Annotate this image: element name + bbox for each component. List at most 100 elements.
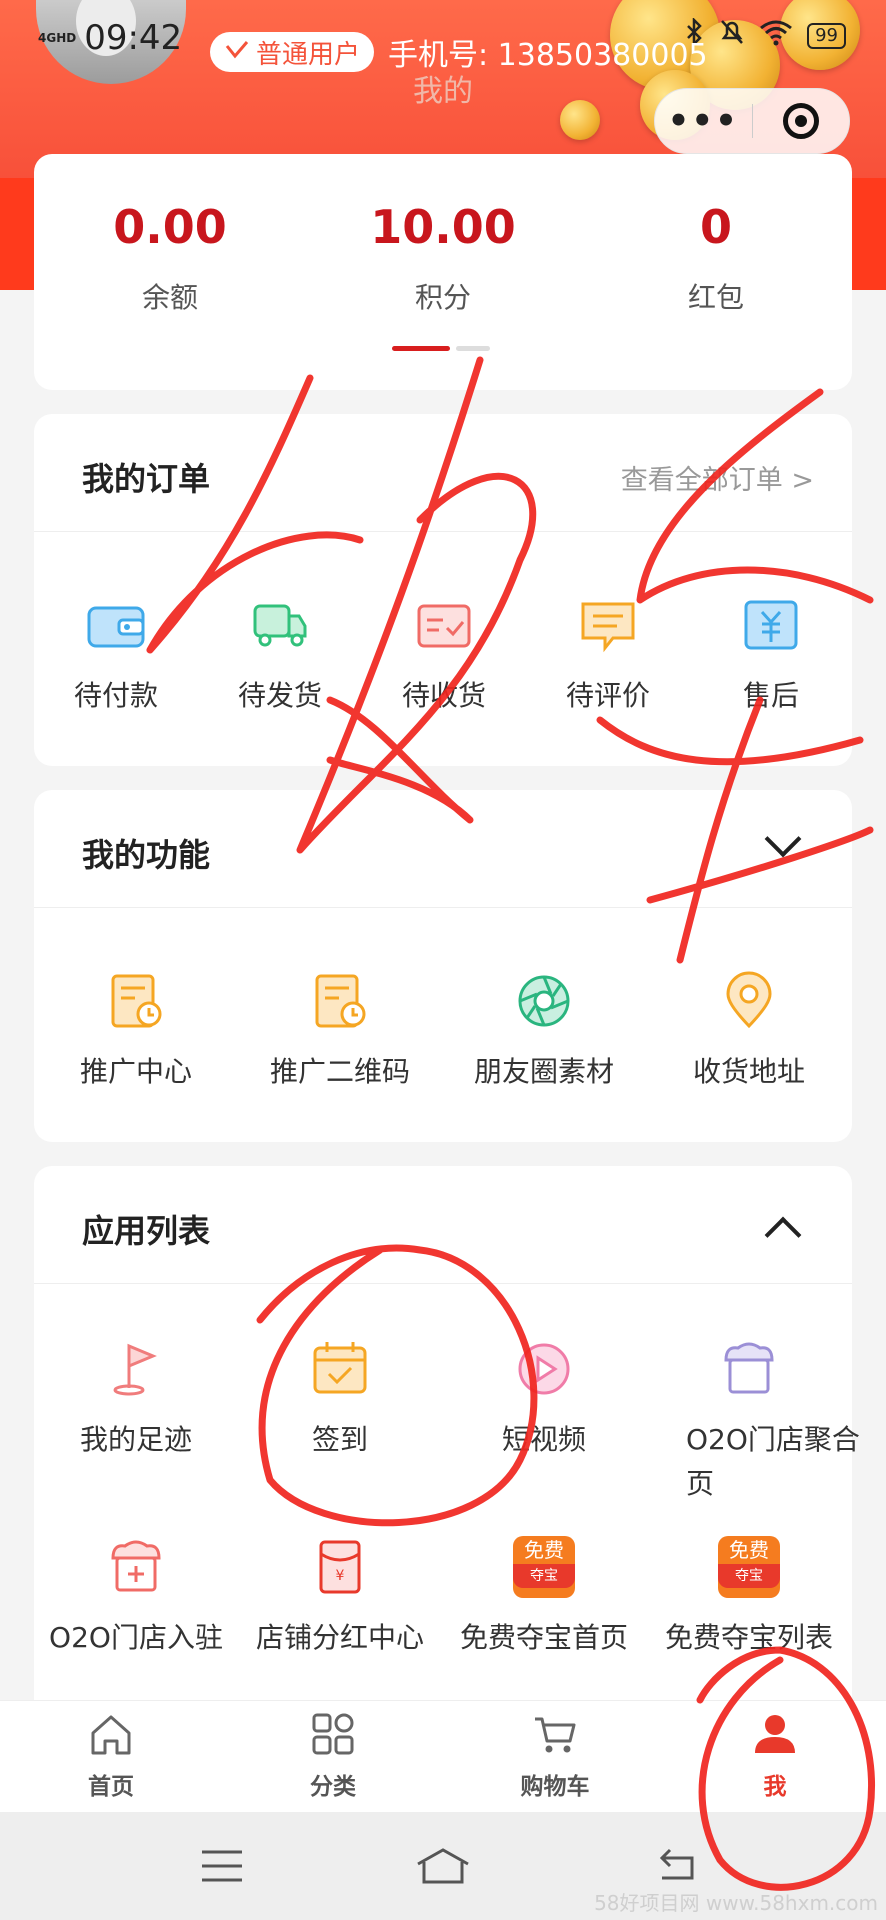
comment-icon <box>577 594 639 656</box>
account-stats-card: 0.00 余额 10.00 积分 0 红包 <box>34 154 852 390</box>
app-checkin[interactable]: 签到 <box>238 1338 442 1462</box>
function-promo-center[interactable]: 推广中心 <box>34 970 238 1094</box>
badge-top-text: 免费 <box>729 1538 769 1562</box>
store-add-icon <box>105 1536 167 1598</box>
indicator-inactive <box>456 346 490 351</box>
stat-points[interactable]: 10.00 积分 <box>307 200 579 316</box>
function-moments-material[interactable]: 朋友圈素材 <box>442 970 646 1094</box>
network-indicator: 4GHD <box>38 31 77 45</box>
menu-icon[interactable] <box>200 1846 244 1890</box>
order-label: 待付款 <box>73 679 158 712</box>
system-nav-bar: 58好项目网 www.58hxm.com <box>0 1812 886 1920</box>
tab-me[interactable]: 我 <box>664 1711 886 1801</box>
red-envelope-icon: ¥ <box>309 1536 371 1598</box>
my-functions-card: 我的功能 推广中心 推广二维码 朋友圈素材 收货地址 <box>34 790 852 1142</box>
free-treasure-icon: 免费 夺宝 <box>718 1536 780 1598</box>
functions-header[interactable]: 我的功能 <box>34 790 852 908</box>
badge-bottom-text: 夺宝 <box>513 1564 575 1588</box>
calendar-check-icon <box>309 1338 371 1400</box>
my-orders-card: 我的订单 查看全部订单 > 待付款 待发货 待收货 待评价 售后 <box>34 414 852 766</box>
badge-top-text: 免费 <box>524 1538 564 1562</box>
tab-category[interactable]: 分类 <box>222 1711 444 1801</box>
battery-indicator: 99 <box>807 22 846 49</box>
view-all-orders-link[interactable]: 查看全部订单 > <box>621 458 814 497</box>
back-icon[interactable] <box>654 1846 700 1890</box>
more-button[interactable]: ••• <box>655 101 752 141</box>
chevron-up-icon[interactable] <box>764 1216 802 1254</box>
receipt-icon <box>413 594 475 656</box>
stat-value: 0 <box>699 200 732 254</box>
app-footprints[interactable]: 我的足迹 <box>34 1338 238 1462</box>
app-label: O2O门店入驻 <box>49 1621 223 1654</box>
function-label: 收货地址 <box>692 1055 805 1088</box>
orders-header: 我的订单 查看全部订单 > <box>34 414 852 532</box>
play-icon <box>513 1338 575 1400</box>
tab-home[interactable]: 首页 <box>0 1711 222 1801</box>
order-pending-shipment[interactable]: 待发货 <box>198 594 362 718</box>
stat-value: 10.00 <box>370 200 516 254</box>
close-target-icon <box>782 103 819 139</box>
app-short-video[interactable]: 短视频 <box>442 1338 646 1462</box>
tab-label: 购物车 <box>520 1774 590 1800</box>
home-nav-icon[interactable] <box>414 1846 472 1890</box>
stat-balance[interactable]: 0.00 余额 <box>34 200 306 316</box>
stat-label: 红包 <box>687 281 744 314</box>
stat-value: 0.00 <box>113 200 227 254</box>
order-pending-payment[interactable]: 待付款 <box>34 594 198 718</box>
order-label: 待收货 <box>401 679 486 712</box>
apps-header[interactable]: 应用列表 <box>34 1166 852 1284</box>
free-treasure-icon: 免费 夺宝 <box>513 1536 575 1598</box>
category-icon <box>310 1711 356 1757</box>
svg-text:¥: ¥ <box>336 1568 345 1584</box>
close-button[interactable] <box>753 103 850 139</box>
flag-icon <box>105 1338 167 1400</box>
app-free-treasure-home[interactable]: 免费 夺宝 免费夺宝首页 <box>442 1536 646 1660</box>
function-promo-qrcode[interactable]: 推广二维码 <box>238 970 442 1094</box>
mute-bell-icon <box>719 18 745 53</box>
app-label: 免费夺宝首页 <box>459 1621 628 1654</box>
order-pending-receipt[interactable]: 待收货 <box>362 594 526 718</box>
person-icon <box>752 1711 798 1757</box>
wifi-icon <box>759 18 793 53</box>
cart-icon <box>532 1711 578 1757</box>
chevron-down-icon[interactable] <box>764 820 802 858</box>
order-label: 待评价 <box>565 679 650 712</box>
home-icon <box>88 1711 134 1757</box>
function-shipping-address[interactable]: 收货地址 <box>646 970 852 1094</box>
app-free-treasure-list[interactable]: 免费 夺宝 免费夺宝列表 <box>646 1536 852 1660</box>
page-indicator <box>392 346 490 351</box>
section-title: 我的功能 <box>82 836 211 874</box>
aperture-icon <box>513 970 575 1032</box>
order-label: 售后 <box>742 679 799 712</box>
tab-cart[interactable]: 购物车 <box>444 1711 666 1801</box>
order-after-sale[interactable]: 售后 <box>690 594 852 718</box>
app-label: 签到 <box>311 1423 368 1456</box>
app-shop-dividend-center[interactable]: ¥ 店铺分红中心 <box>238 1536 442 1660</box>
stat-red-packet[interactable]: 0 红包 <box>580 200 852 316</box>
truck-icon <box>249 594 311 656</box>
order-pending-review[interactable]: 待评价 <box>526 594 690 718</box>
app-label-line2: 页 <box>686 1467 715 1500</box>
function-label: 朋友圈素材 <box>473 1055 614 1088</box>
mini-program-capsule: ••• <box>654 88 850 154</box>
watermark: 58好项目网 www.58hxm.com <box>594 1891 878 1915</box>
heart-check-icon <box>224 37 250 67</box>
app-list-card: 应用列表 我的足迹 签到 短视频 O2O门店聚合 页 O2O门店入驻 ¥ 店铺分… <box>34 1166 860 1726</box>
wallet-icon <box>85 594 147 656</box>
bottom-tab-bar: 首页 分类 购物车 我 <box>0 1700 886 1812</box>
store-icon <box>718 1338 780 1400</box>
badge-bottom-text: 夺宝 <box>718 1564 780 1588</box>
qrcode-icon <box>309 970 371 1032</box>
status-time: 09:42 <box>84 18 183 58</box>
app-label: 店铺分红中心 <box>255 1621 424 1654</box>
location-icon <box>718 970 780 1032</box>
app-o2o-store-join[interactable]: O2O门店入驻 <box>34 1536 238 1660</box>
stat-label: 积分 <box>414 281 471 314</box>
function-label: 推广二维码 <box>269 1055 410 1088</box>
section-title: 应用列表 <box>82 1212 211 1250</box>
tab-label: 我 <box>763 1774 787 1800</box>
app-o2o-store-aggregate[interactable]: O2O门店聚合 页 <box>646 1338 860 1506</box>
app-label: 免费夺宝列表 <box>664 1621 833 1654</box>
app-label: 我的足迹 <box>79 1423 192 1456</box>
tab-label: 首页 <box>88 1774 134 1800</box>
